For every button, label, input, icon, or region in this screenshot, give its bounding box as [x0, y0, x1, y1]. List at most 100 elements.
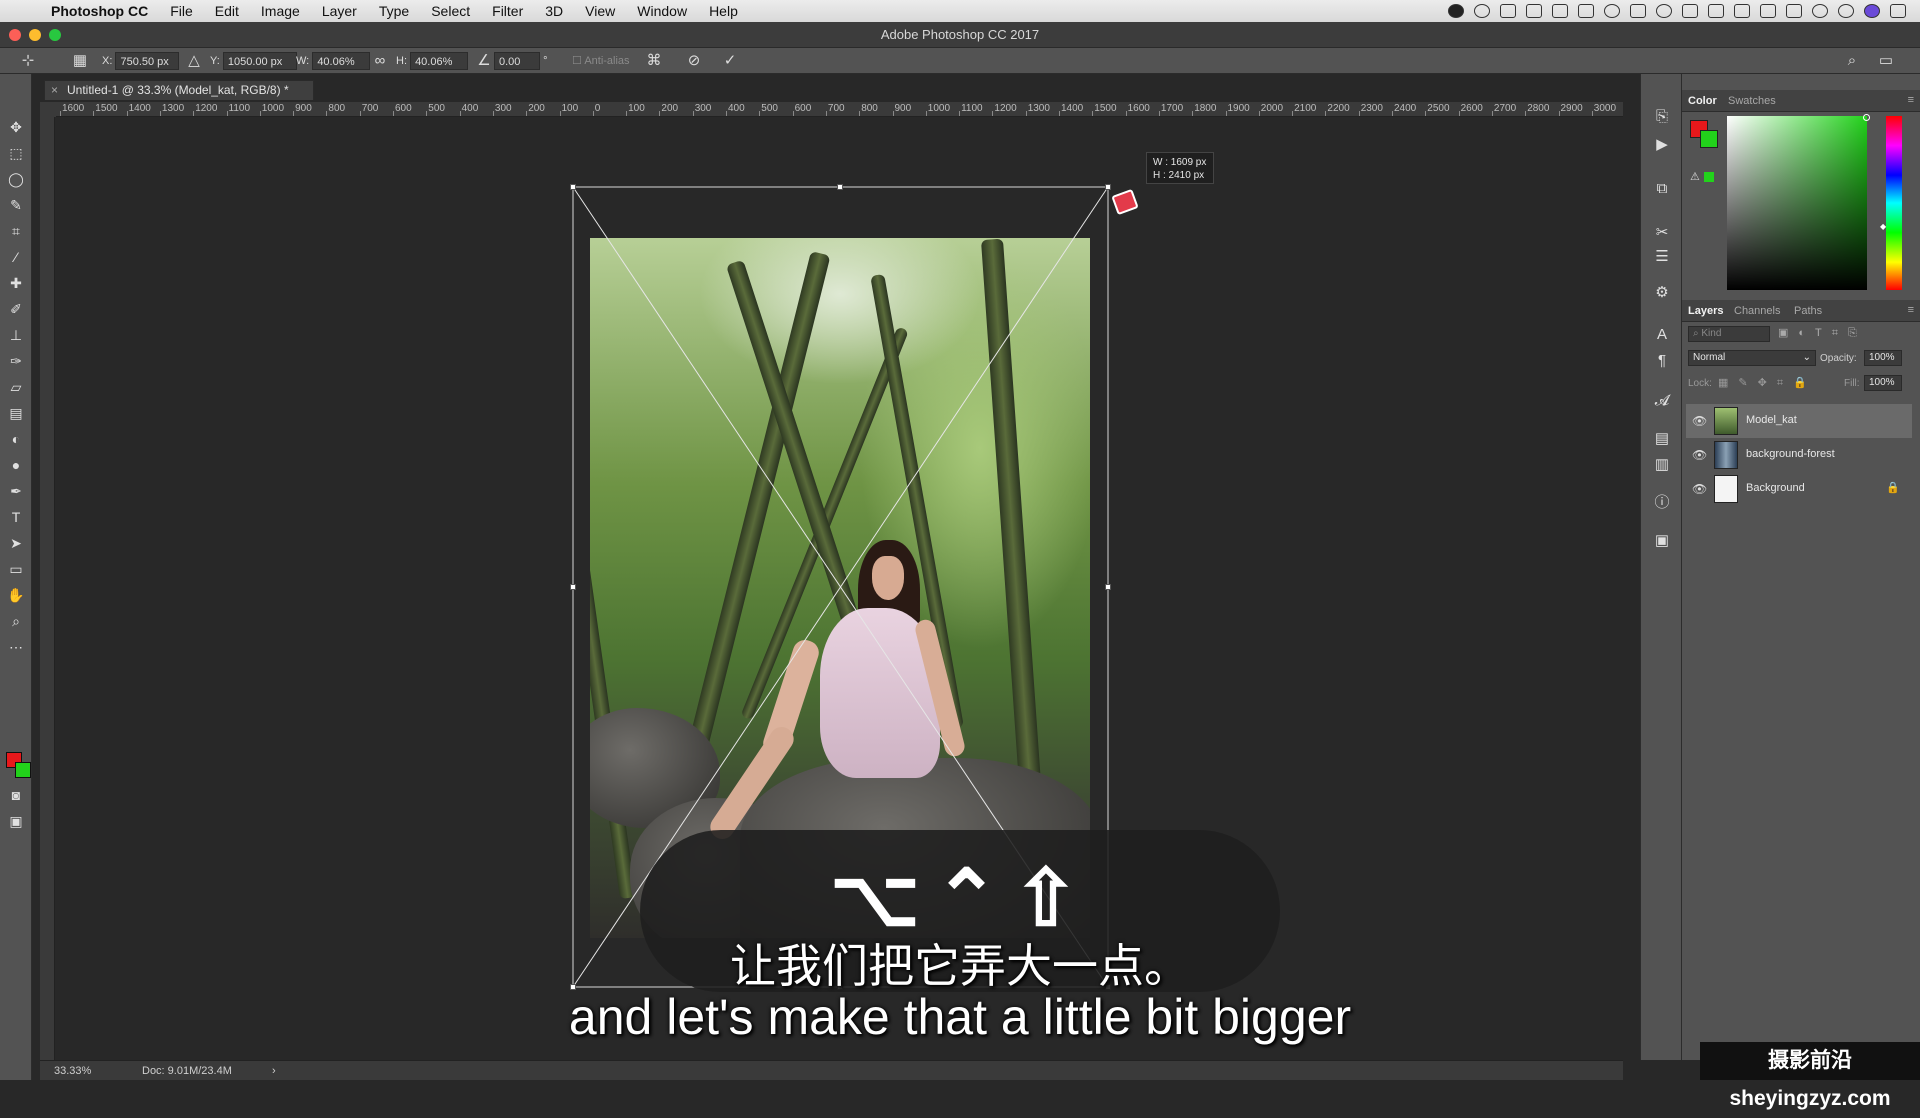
- background-color-swatch[interactable]: [15, 762, 31, 778]
- layer-row-background-forest[interactable]: 👁 background-forest: [1686, 438, 1912, 472]
- h-input[interactable]: 40.06%: [410, 52, 469, 70]
- sync-icon[interactable]: [1604, 4, 1620, 18]
- stamp-tool-icon[interactable]: ⊥: [7, 326, 25, 344]
- measurement-icon[interactable]: ▣: [1653, 532, 1671, 550]
- notification-center-icon[interactable]: [1890, 4, 1906, 18]
- tab-layers[interactable]: Layers: [1688, 305, 1723, 317]
- menu-view[interactable]: View: [574, 0, 626, 22]
- siri-icon[interactable]: [1864, 4, 1880, 18]
- status-menu-arrow[interactable]: ›: [272, 1065, 276, 1077]
- keyboard-icon[interactable]: [1786, 4, 1802, 18]
- transform-handle-top-right[interactable]: [1105, 184, 1111, 190]
- clone-source-icon[interactable]: ⧉: [1653, 180, 1671, 198]
- panel-menu-icon[interactable]: ≡: [1908, 94, 1914, 106]
- airplay-icon[interactable]: [1760, 4, 1776, 18]
- quick-select-tool-icon[interactable]: ✎: [7, 196, 25, 214]
- more-tools-icon[interactable]: ⋯: [7, 638, 25, 656]
- screen-mode-icon[interactable]: ▣: [7, 812, 25, 830]
- web-safe-swatch[interactable]: [1704, 172, 1714, 182]
- creative-cloud-icon[interactable]: [1474, 4, 1490, 18]
- reference-point-icon[interactable]: ▦: [72, 53, 88, 69]
- opacity-input[interactable]: 100%: [1864, 350, 1902, 366]
- eyedropper-tool-icon[interactable]: ⁄: [7, 248, 25, 266]
- transform-handle-top[interactable]: [837, 184, 843, 190]
- grid-icon[interactable]: [1630, 4, 1646, 18]
- bluetooth-icon[interactable]: [1682, 4, 1698, 18]
- brush-settings-icon[interactable]: ✂: [1653, 224, 1671, 242]
- document-tab[interactable]: × Untitled-1 @ 33.3% (Model_kat, RGB/8) …: [44, 80, 314, 100]
- gamut-warning-icon[interactable]: ⚠: [1690, 170, 1700, 183]
- workspace-icon[interactable]: ▭: [1878, 53, 1894, 69]
- hand-tool-icon[interactable]: ✋: [7, 586, 25, 604]
- menu-filter[interactable]: Filter: [481, 0, 534, 22]
- spotlight-icon[interactable]: [1838, 4, 1854, 18]
- menu-edit[interactable]: Edit: [204, 0, 250, 22]
- tab-swatches[interactable]: Swatches: [1728, 95, 1776, 107]
- hue-slider[interactable]: [1886, 116, 1902, 290]
- wifi-icon[interactable]: [1708, 4, 1724, 18]
- lasso-tool-icon[interactable]: ◯: [7, 170, 25, 188]
- fill-input[interactable]: 100%: [1864, 375, 1902, 391]
- info-icon[interactable]: ⓘ: [1653, 494, 1671, 512]
- type-tool-icon[interactable]: T: [7, 508, 25, 526]
- filter-icons[interactable]: ▣◐T⌗⎘: [1778, 326, 1867, 340]
- warp-mode-icon[interactable]: ⌘: [646, 53, 662, 69]
- history-brush-tool-icon[interactable]: ✑: [7, 352, 25, 370]
- tab-channels[interactable]: Channels: [1734, 305, 1780, 317]
- menu-select[interactable]: Select: [420, 0, 481, 22]
- panel-background-swatch[interactable]: [1700, 130, 1718, 148]
- link-proportions-icon[interactable]: ∞: [372, 53, 388, 69]
- menu-app-name[interactable]: Photoshop CC: [40, 0, 159, 22]
- properties-icon[interactable]: ▥: [1653, 456, 1671, 474]
- layer-row-model-kat[interactable]: 👁 Model_kat: [1686, 404, 1912, 438]
- rectangle-tool-icon[interactable]: ▭: [7, 560, 25, 578]
- screen-record-icon[interactable]: [1526, 4, 1542, 18]
- actions-play-icon[interactable]: ▶: [1653, 136, 1671, 154]
- tab-color[interactable]: Color: [1688, 95, 1717, 107]
- zoom-level[interactable]: 33.33%: [54, 1065, 91, 1077]
- panel-menu-icon[interactable]: ≡: [1908, 304, 1914, 316]
- checkbox-icon[interactable]: [1578, 4, 1594, 18]
- tab-paths[interactable]: Paths: [1794, 305, 1822, 317]
- menu-file[interactable]: File: [159, 0, 204, 22]
- transform-handle-left[interactable]: [570, 584, 576, 590]
- x-input[interactable]: 750.50 px: [115, 52, 180, 70]
- w-input[interactable]: 40.06%: [312, 52, 371, 70]
- close-document-icon[interactable]: ×: [51, 81, 58, 100]
- marquee-tool-icon[interactable]: ⬚: [7, 144, 25, 162]
- adjustments-icon[interactable]: ☰: [1653, 248, 1671, 266]
- relative-position-icon[interactable]: △: [186, 53, 202, 69]
- blur-tool-icon[interactable]: ◐: [7, 430, 25, 448]
- pen-tool-icon[interactable]: ✒: [7, 482, 25, 500]
- blend-mode-select[interactable]: Normal ⌄: [1688, 350, 1816, 366]
- dodge-tool-icon[interactable]: ●: [7, 456, 25, 474]
- time-machine-icon[interactable]: [1656, 4, 1672, 18]
- menu-layer[interactable]: Layer: [311, 0, 368, 22]
- transform-handle-top-left[interactable]: [570, 184, 576, 190]
- tool-presets-icon[interactable]: ⚙: [1653, 284, 1671, 302]
- character-icon[interactable]: A: [1653, 326, 1671, 344]
- angle-input[interactable]: 0.00: [494, 52, 540, 70]
- volume-icon[interactable]: [1734, 4, 1750, 18]
- hue-slider-handle[interactable]: ◆: [1880, 222, 1886, 231]
- transform-handle-right[interactable]: [1105, 584, 1111, 590]
- libraries-icon[interactable]: ▤: [1653, 430, 1671, 448]
- menu-image[interactable]: Image: [250, 0, 311, 22]
- quick-mask-icon[interactable]: ◙: [7, 786, 25, 804]
- cancel-transform-icon[interactable]: ⊘: [686, 53, 702, 69]
- layer-filter-kind[interactable]: ⌕ Kind: [1688, 326, 1770, 342]
- paragraph-icon[interactable]: ¶: [1653, 352, 1671, 370]
- lock-icons[interactable]: ▦✎✥⌗🔒: [1718, 376, 1817, 390]
- dropbox-icon[interactable]: [1500, 4, 1516, 18]
- eraser-tool-icon[interactable]: ▱: [7, 378, 25, 396]
- healing-brush-tool-icon[interactable]: ✚: [7, 274, 25, 292]
- gradient-tool-icon[interactable]: ▤: [7, 404, 25, 422]
- zoom-tool-icon[interactable]: ⌕: [7, 612, 25, 630]
- search-icon[interactable]: ⌕: [1844, 53, 1860, 69]
- menu-window[interactable]: Window: [626, 0, 698, 22]
- crop-tool-icon[interactable]: ⌗: [7, 222, 25, 240]
- path-select-tool-icon[interactable]: ➤: [7, 534, 25, 552]
- visibility-eye-icon[interactable]: 👁: [1692, 448, 1707, 462]
- history-icon[interactable]: ⎘: [1653, 108, 1671, 126]
- info-icon[interactable]: [1812, 4, 1828, 18]
